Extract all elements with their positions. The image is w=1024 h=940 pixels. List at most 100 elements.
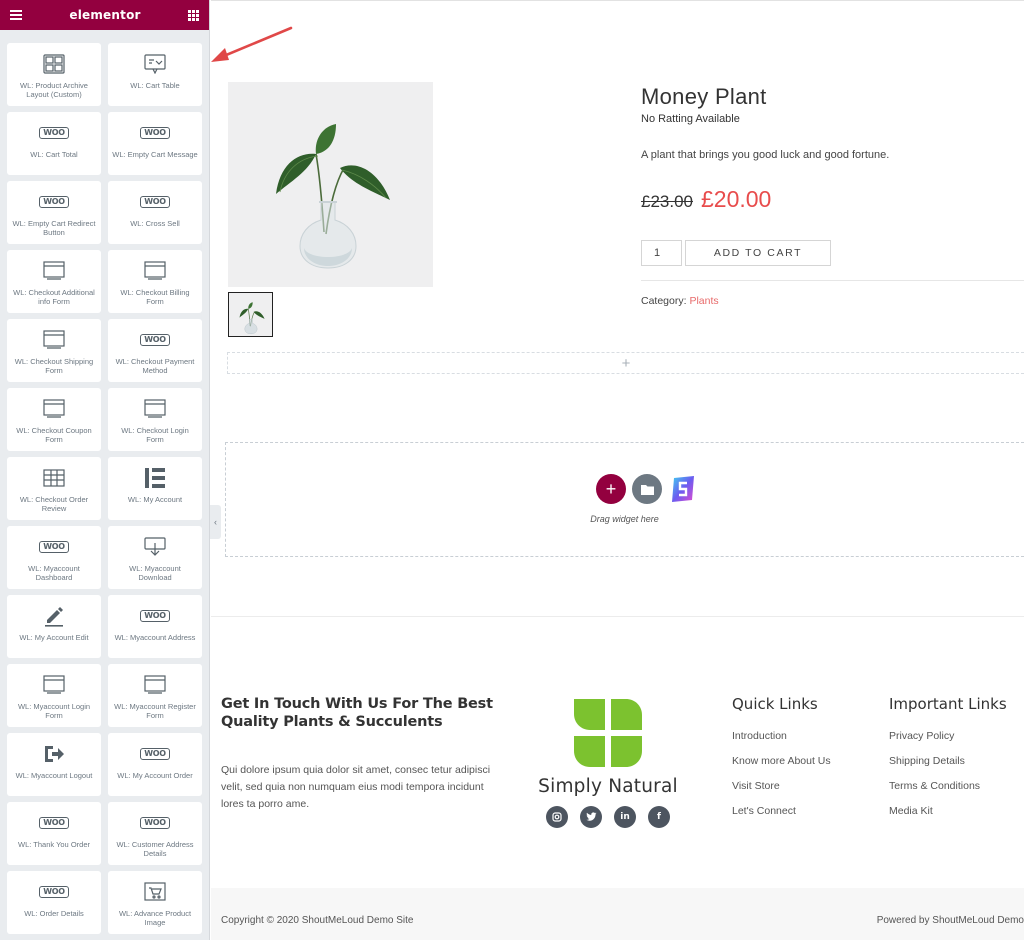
rating-text: No Ratting Available bbox=[641, 113, 740, 125]
category-label: Category: bbox=[641, 295, 687, 307]
widget-advance-product-image[interactable]: WL: Advance Product Image bbox=[108, 871, 202, 934]
widget-cart-total[interactable]: WOO WL: Cart Total bbox=[7, 112, 101, 175]
widget-label: WL: Product Archive Layout (Custom) bbox=[20, 81, 88, 99]
widget-myaccount-download[interactable]: WL: Myaccount Download bbox=[108, 526, 202, 589]
product-thumbnail[interactable] bbox=[228, 292, 273, 337]
widget-grid: WL: Product Archive Layout (Custom) WL: … bbox=[7, 43, 203, 934]
widget-checkout-shipping-form[interactable]: WL: Checkout Shipping Form bbox=[7, 319, 101, 382]
quantity-input[interactable] bbox=[641, 240, 682, 266]
add-section-bar[interactable]: + bbox=[227, 352, 1024, 374]
widget-checkout-coupon-form[interactable]: WL: Checkout Coupon Form bbox=[7, 388, 101, 451]
form-icon bbox=[43, 329, 65, 351]
product-image-icon bbox=[144, 881, 166, 903]
regular-price: £23.00 bbox=[641, 192, 693, 211]
hamburger-menu-icon[interactable] bbox=[10, 10, 22, 20]
facebook-icon[interactable]: f bbox=[648, 806, 670, 828]
add-template-button[interactable] bbox=[632, 474, 662, 504]
widget-myaccount-login-form[interactable]: WL: Myaccount Login Form bbox=[7, 664, 101, 727]
widget-customer-address-details[interactable]: WOO WL: Customer Address Details bbox=[108, 802, 202, 865]
product-title: Money Plant bbox=[641, 84, 767, 109]
widget-label: WL: Myaccount Login Form bbox=[17, 702, 91, 720]
add-to-cart-button[interactable]: ADD TO CART bbox=[685, 240, 831, 266]
widget-my-account-edit[interactable]: WL: My Account Edit bbox=[7, 595, 101, 658]
widget-empty-cart-message[interactable]: WOO WL: Empty Cart Message bbox=[108, 112, 202, 175]
important-link[interactable]: Privacy Policy bbox=[889, 730, 1007, 755]
widget-label: WL: Cart Table bbox=[130, 81, 180, 90]
footer-text: Qui dolore ipsum quia dolor sit amet, co… bbox=[221, 764, 491, 810]
important-links-column: Important Links Privacy Policy Shipping … bbox=[889, 695, 1007, 830]
widget-cart-table[interactable]: WL: Cart Table bbox=[108, 43, 202, 106]
starter-templates-icon bbox=[672, 476, 694, 502]
instagram-icon[interactable] bbox=[546, 806, 568, 828]
widget-checkout-payment-method[interactable]: WOO WL: Checkout Payment Method bbox=[108, 319, 202, 382]
category-link[interactable]: Plants bbox=[689, 295, 718, 307]
widget-thank-you-order[interactable]: WOO WL: Thank You Order bbox=[7, 802, 101, 865]
widget-my-account[interactable]: WL: My Account bbox=[108, 457, 202, 520]
woo-icon: WOO bbox=[39, 122, 69, 144]
plus-icon: + bbox=[605, 478, 617, 499]
widget-my-account-order[interactable]: WOO WL: My Account Order bbox=[108, 733, 202, 796]
drop-zone-actions: + bbox=[596, 474, 698, 504]
important-links-title: Important Links bbox=[889, 695, 1007, 713]
starter-templates-button[interactable] bbox=[668, 474, 698, 504]
woo-icon: WOO bbox=[39, 881, 69, 903]
product-divider bbox=[641, 280, 1024, 281]
widget-myaccount-register-form[interactable]: WL: Myaccount Register Form bbox=[108, 664, 202, 727]
quick-link[interactable]: Visit Store bbox=[732, 780, 831, 805]
widget-label: WL: Cross Sell bbox=[130, 219, 180, 228]
widget-checkout-login-form[interactable]: WL: Checkout Login Form bbox=[108, 388, 202, 451]
widget-label: WL: My Account Order bbox=[117, 771, 193, 780]
widget-empty-cart-redirect-button[interactable]: WOO WL: Empty Cart Redirect Button bbox=[7, 181, 101, 244]
widget-myaccount-dashboard[interactable]: WOO WL: Myaccount Dashboard bbox=[7, 526, 101, 589]
widget-checkout-additional-info-form[interactable]: WL: Checkout Additional info Form bbox=[7, 250, 101, 313]
woo-icon: WOO bbox=[39, 812, 69, 834]
twitter-icon[interactable] bbox=[580, 806, 602, 828]
footer-heading: Get In Touch With Us For The Best Qualit… bbox=[221, 696, 493, 730]
quick-link[interactable]: Introduction bbox=[732, 730, 831, 755]
widget-checkout-order-review[interactable]: WL: Checkout Order Review bbox=[7, 457, 101, 520]
widget-label: WL: Checkout Payment Method bbox=[115, 357, 195, 375]
powered-by-text: Powered by ShoutMeLoud Demo bbox=[876, 915, 1024, 926]
form-icon bbox=[43, 674, 65, 696]
product-description: A plant that brings you good luck and go… bbox=[641, 149, 890, 161]
product-category: Category: Plants bbox=[641, 295, 719, 307]
footer-divider bbox=[211, 616, 1024, 617]
widget-label: WL: Myaccount Address bbox=[114, 633, 196, 642]
page-canvas: Money Plant No Ratting Available A plant… bbox=[211, 0, 1024, 940]
leaf-logo-icon bbox=[574, 699, 642, 767]
woo-icon: WOO bbox=[140, 122, 170, 144]
widget-myaccount-address[interactable]: WOO WL: Myaccount Address bbox=[108, 595, 202, 658]
important-link[interactable]: Terms & Conditions bbox=[889, 780, 1007, 805]
brand-name: Simply Natural bbox=[538, 776, 678, 797]
add-new-section-button[interactable]: + bbox=[596, 474, 626, 504]
plant-vase-illustration bbox=[276, 124, 390, 269]
social-links: in f bbox=[546, 806, 670, 828]
sale-price: £20.00 bbox=[701, 186, 772, 212]
panel-brand: elementor bbox=[69, 8, 141, 22]
widget-label: WL: Myaccount Register Form bbox=[114, 702, 196, 720]
widget-myaccount-logout[interactable]: WL: Myaccount Logout bbox=[7, 733, 101, 796]
widget-order-details[interactable]: WOO WL: Order Details bbox=[7, 871, 101, 934]
important-link[interactable]: Media Kit bbox=[889, 805, 1007, 830]
drag-widget-text: Drag widget here bbox=[590, 514, 659, 524]
woo-icon: WOO bbox=[140, 812, 170, 834]
widget-drop-zone[interactable]: + Drag widget here bbox=[225, 442, 1024, 557]
widget-checkout-billing-form[interactable]: WL: Checkout Billing Form bbox=[108, 250, 202, 313]
form-icon bbox=[144, 674, 166, 696]
woo-icon: WOO bbox=[140, 329, 170, 351]
widget-label: WL: Order Details bbox=[24, 909, 84, 918]
form-icon bbox=[144, 398, 166, 420]
simply-natural-logo[interactable] bbox=[574, 699, 642, 767]
quick-link[interactable]: Know more About Us bbox=[732, 755, 831, 780]
linkedin-icon[interactable]: in bbox=[614, 806, 636, 828]
widget-product-archive-layout[interactable]: WL: Product Archive Layout (Custom) bbox=[7, 43, 101, 106]
elementor-panel: elementor WL: Product Archive Layout (Cu… bbox=[0, 0, 210, 940]
widget-cross-sell[interactable]: WOO WL: Cross Sell bbox=[108, 181, 202, 244]
folder-icon bbox=[640, 484, 654, 495]
important-link[interactable]: Shipping Details bbox=[889, 755, 1007, 780]
plus-icon[interactable]: + bbox=[622, 355, 631, 372]
product-image[interactable] bbox=[228, 82, 433, 287]
quick-link[interactable]: Let's Connect bbox=[732, 805, 831, 830]
annotation-arrow bbox=[211, 26, 293, 62]
widgets-grid-icon[interactable] bbox=[188, 9, 199, 21]
